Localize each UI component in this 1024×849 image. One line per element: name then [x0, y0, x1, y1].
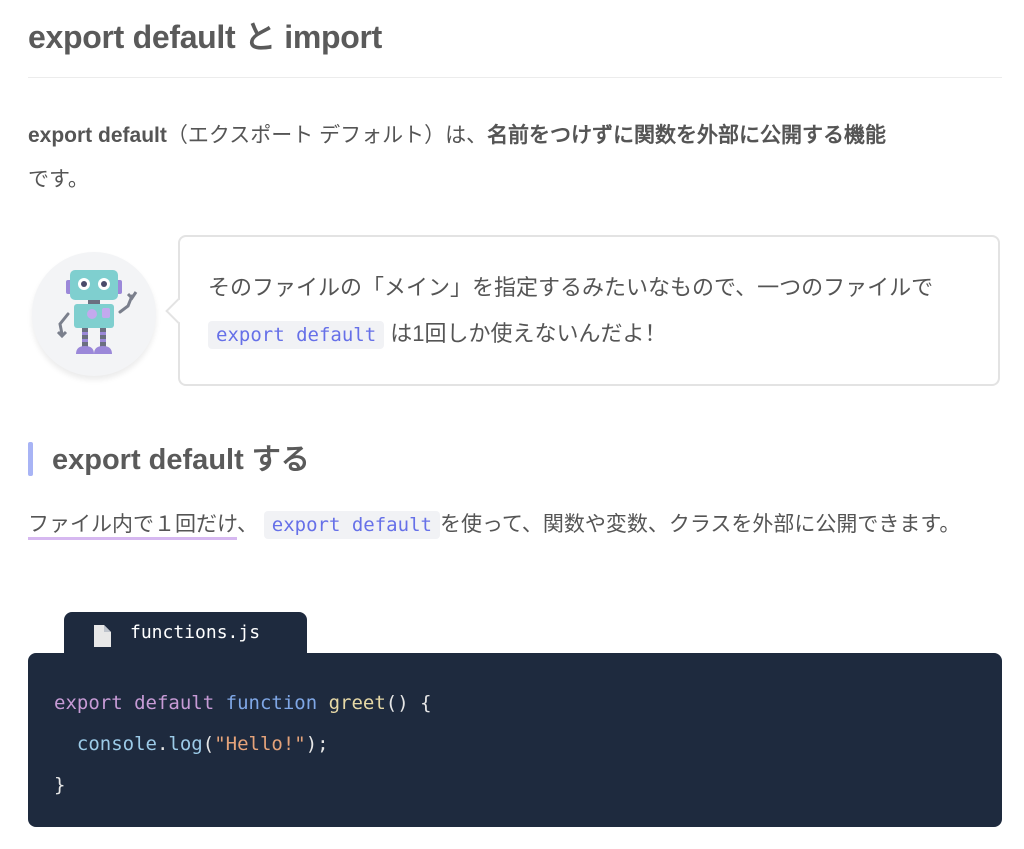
robot-icon	[56, 270, 138, 354]
code-filename: functions.js	[130, 622, 261, 643]
code-token: greet	[328, 692, 386, 714]
intro-reading: （エクスポート デフォルト）は、	[166, 124, 488, 147]
inline-code: export default	[208, 321, 385, 349]
intro-term: export default	[28, 124, 167, 147]
file-icon	[94, 625, 111, 647]
code-token: .	[156, 733, 169, 755]
highlighted-text: ファイル内で１回だけ	[28, 513, 237, 540]
code-token: console	[76, 733, 157, 755]
code-token: function	[225, 692, 318, 714]
code-token: () {	[385, 692, 432, 714]
code-token: "Hello!"	[214, 733, 306, 755]
code-block: export default function greet() { consol…	[28, 653, 1002, 827]
tip-text-before: そのファイルの「メイン」を指定するみたいなもので、一つのファイルで	[208, 275, 934, 300]
subheading-accent-bar	[28, 442, 33, 476]
code-token: );	[305, 733, 329, 755]
tip-text: そのファイルの「メイン」を指定するみたいなもので、一つのファイルで export…	[208, 265, 988, 358]
heading-divider	[28, 77, 1002, 78]
tip-text-after: は1回しか使えないんだよ！	[390, 321, 667, 346]
code-token: default	[134, 692, 215, 714]
subheading: export default する	[52, 444, 310, 476]
inline-code: export default	[263, 511, 440, 539]
code-token: (	[202, 733, 215, 755]
code-file-tab: functions.js	[64, 612, 307, 654]
code-token: export	[54, 692, 123, 714]
avatar	[32, 252, 156, 376]
section-heading: export default と import	[28, 19, 383, 55]
intro-paragraph: export default（エクスポート デフォルト）は、名前をつけずに関数を…	[28, 114, 1003, 202]
section-paragraph: ファイル内で１回だけ、 export default を使って、関数や変数、クラス…	[28, 503, 1003, 547]
intro-emphasis: 名前をつけずに関数を外部に公開する機能	[487, 124, 887, 147]
section-text-after: を使って、関数や変数、クラスを外部に公開できます。	[439, 513, 961, 536]
comma: 、	[236, 513, 258, 536]
intro-tail: です。	[28, 168, 89, 191]
article-page: export default と import export default（エ…	[0, 0, 1024, 849]
code-token: }	[54, 774, 66, 796]
code-token: log	[168, 733, 203, 755]
